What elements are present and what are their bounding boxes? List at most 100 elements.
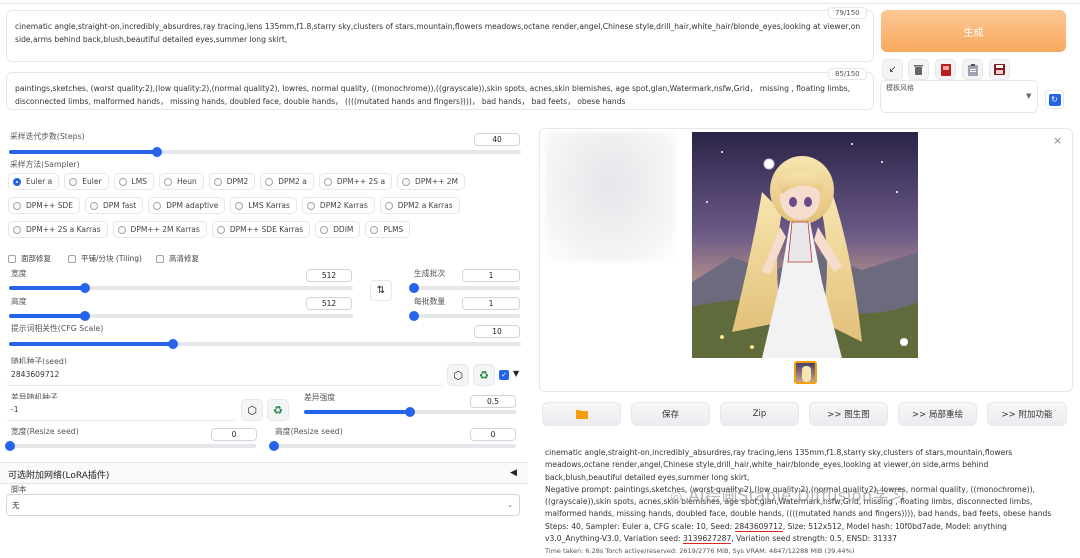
- sampler-option[interactable]: Heun: [158, 173, 204, 190]
- open-folder-button[interactable]: [542, 402, 621, 426]
- sampler-option[interactable]: DPM++ 2S a Karras: [8, 221, 108, 238]
- recycle-seed-button[interactable]: ♻: [473, 364, 495, 386]
- lora-accordion[interactable]: 可选附加网络(LoRA插件) ◀: [0, 462, 528, 484]
- sampler-option[interactable]: DPM2 a: [260, 173, 314, 190]
- resize-height-thumb[interactable]: [269, 441, 279, 451]
- info-prompt: cinematic angle,straight-on,incredibly_a…: [545, 448, 1013, 482]
- sampler-option-label: DPM++ 2M Karras: [130, 225, 200, 234]
- dice-variation-button[interactable]: ⬡: [241, 399, 263, 421]
- chevron-down-icon: ⌄: [507, 501, 513, 509]
- expand-triangle-icon[interactable]: ▼: [513, 369, 519, 378]
- sampler-option[interactable]: DPM fast: [85, 197, 144, 214]
- steps-thumb[interactable]: [152, 147, 163, 157]
- save-image-button[interactable]: 保存: [631, 402, 710, 426]
- radio-dot: [69, 177, 78, 186]
- cfg-input[interactable]: 10: [474, 325, 520, 338]
- send-to-inpaint-button[interactable]: >> 局部重绘: [898, 402, 977, 426]
- sampler-option[interactable]: Euler a: [8, 173, 60, 190]
- sampler-option[interactable]: DPM++ SDE Karras: [211, 221, 311, 238]
- generate-label: 生成: [963, 27, 984, 39]
- chevron-down-icon: ▼: [1026, 92, 1032, 100]
- cfg-slider[interactable]: [9, 339, 521, 349]
- sampler-option-label: DPM++ 2S a Karras: [26, 225, 101, 234]
- sampler-option[interactable]: DPM2 a Karras: [379, 197, 460, 214]
- face-restore-checkbox[interactable]: 面部修复: [8, 253, 51, 264]
- cfg-fill: [9, 342, 173, 346]
- save-icon[interactable]: [989, 59, 1010, 80]
- steps-slider[interactable]: [9, 147, 521, 157]
- height-slider[interactable]: [9, 311, 353, 321]
- close-icon[interactable]: ×: [1053, 134, 1062, 147]
- gallery-thumbnail[interactable]: [794, 361, 817, 384]
- variation-seed-input[interactable]: -1: [6, 399, 236, 421]
- resize-width-thumb[interactable]: [5, 441, 15, 451]
- width-label: 宽度: [11, 269, 27, 278]
- trash-icon[interactable]: [908, 59, 929, 80]
- generated-image[interactable]: [692, 132, 918, 358]
- variation-strength-thumb[interactable]: [405, 407, 415, 417]
- face-restore-label: 面部修复: [21, 254, 51, 263]
- batch-size-input[interactable]: 1: [462, 297, 520, 310]
- sampler-option[interactable]: DPM2: [208, 173, 256, 190]
- zip-button[interactable]: Zip: [720, 402, 799, 426]
- batch-size-slider[interactable]: [409, 311, 520, 321]
- batch-count-slider[interactable]: [409, 283, 520, 293]
- dice-random-seed-button[interactable]: ⬡: [447, 364, 469, 386]
- batch-count-input[interactable]: 1: [462, 269, 520, 282]
- styles-select[interactable]: [884, 92, 1034, 110]
- refresh-styles-button[interactable]: ↻: [1045, 90, 1064, 109]
- batch-size-thumb[interactable]: [409, 311, 419, 321]
- send-to-extras-button[interactable]: >> 附加功能: [987, 402, 1067, 426]
- cfg-thumb[interactable]: [167, 339, 178, 349]
- height-input[interactable]: 512: [306, 297, 352, 310]
- variation-strength-slider[interactable]: [304, 407, 516, 417]
- width-input[interactable]: 512: [306, 269, 352, 282]
- sampler-option[interactable]: DPM2 Karras: [301, 197, 375, 214]
- negative-prompt-input[interactable]: paintings,sketches, (worst quality:2),(l…: [6, 72, 874, 110]
- resize-height-slider[interactable]: [269, 441, 516, 451]
- inpaint-label: >> 局部重绘: [912, 410, 963, 420]
- checkbox-box: [68, 254, 76, 263]
- sampler-option[interactable]: LMS: [113, 173, 154, 190]
- tiling-checkbox[interactable]: 平铺/分块 (Tiling): [68, 253, 142, 264]
- sampler-option[interactable]: DPM++ 2M: [397, 173, 466, 190]
- script-select[interactable]: 无 ⌄: [6, 494, 520, 516]
- variation-strength-fill: [304, 410, 410, 414]
- recycle-variation-button[interactable]: ♻: [267, 399, 289, 421]
- resize-width-slider[interactable]: [5, 441, 256, 451]
- collapse-triangle-icon: ◀: [510, 468, 517, 478]
- batch-count-thumb[interactable]: [409, 283, 419, 293]
- hires-checkbox[interactable]: 高清修复: [156, 253, 199, 264]
- sampler-option-label: Heun: [176, 177, 197, 186]
- card-icon[interactable]: [935, 59, 956, 80]
- generate-button[interactable]: 生成: [881, 10, 1066, 52]
- sampler-option[interactable]: DPM++ 2M Karras: [112, 221, 207, 238]
- steps-input[interactable]: 40: [474, 133, 520, 146]
- seed-input[interactable]: 2843609712: [6, 364, 443, 386]
- resize-width-input[interactable]: 0: [211, 428, 257, 441]
- sampler-option[interactable]: DPM++ 2S a: [318, 173, 393, 190]
- img2img-label: >> 图生图: [827, 410, 870, 420]
- swap-dimensions-button[interactable]: ⇅: [370, 280, 392, 301]
- resize-height-input[interactable]: 0: [470, 428, 516, 441]
- sampler-option[interactable]: PLMS: [365, 221, 411, 238]
- watermark: ◎ AI绘画Stable Diffusion学习: [670, 482, 906, 506]
- sampler-option[interactable]: LMS Karras: [230, 197, 297, 214]
- sampler-option[interactable]: Euler: [64, 173, 109, 190]
- info-params-a: Steps: 40, Sampler: Euler a, CFG scale: …: [545, 521, 735, 531]
- positive-prompt-input[interactable]: cinematic angle,straight-on,incredibly_a…: [6, 10, 874, 62]
- extra-seed-checkbox[interactable]: ✓: [499, 370, 509, 380]
- sampler-option[interactable]: DPM adaptive: [148, 197, 226, 214]
- width-slider[interactable]: [9, 283, 353, 293]
- radio-dot: [384, 201, 393, 210]
- arrow-icon[interactable]: ↙: [882, 59, 903, 80]
- clipboard-icon[interactable]: [962, 59, 983, 80]
- send-to-img2img-button[interactable]: >> 图生图: [809, 402, 888, 426]
- variation-strength-input[interactable]: 0.5: [470, 395, 516, 408]
- sampler-option[interactable]: DPM++ SDE: [8, 197, 80, 214]
- sampler-option[interactable]: DDIM: [315, 221, 361, 238]
- positive-prompt-text: cinematic angle,straight-on,incredibly_a…: [15, 22, 861, 44]
- width-thumb[interactable]: [79, 283, 90, 293]
- radio-dot: [13, 201, 21, 210]
- height-thumb[interactable]: [79, 311, 90, 321]
